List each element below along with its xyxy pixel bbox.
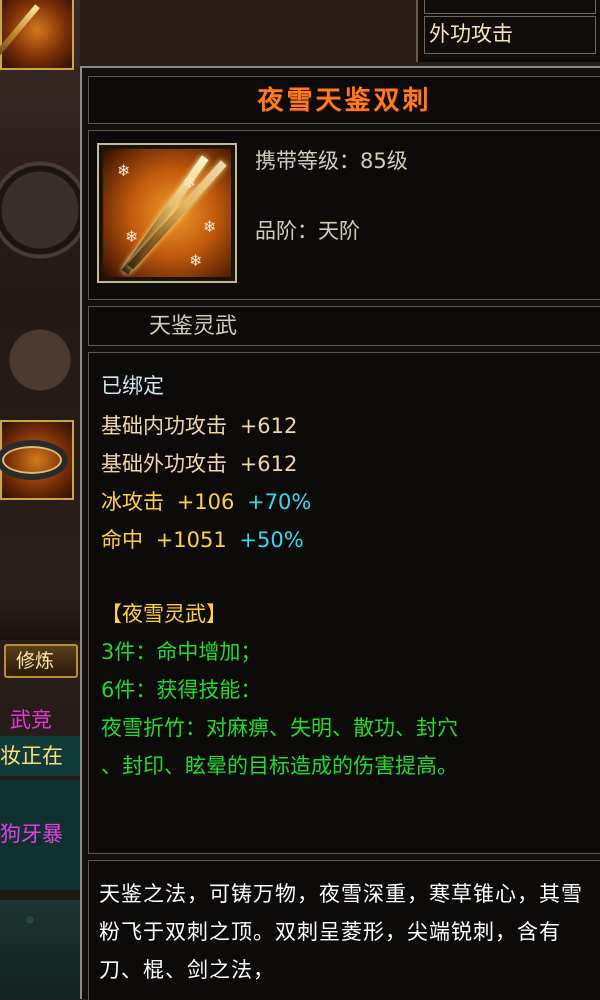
stat-label: 基础内功攻击	[101, 414, 227, 438]
stat-label: 命中	[101, 528, 143, 552]
item-grade: 品阶：天阶	[255, 219, 360, 243]
item-info-panel: ❄ ❄ ❄ ❄ ❄ 携带等级：85级 品阶：天阶	[88, 130, 600, 300]
bracelet-icon	[0, 440, 68, 480]
background-ornament	[0, 900, 80, 999]
stat-percent: +50%	[239, 528, 304, 552]
equipment-slot-weapon[interactable]	[0, 0, 74, 70]
item-description: 天鉴之法，可铸万物，夜雪深重，寒草锥心，其雪粉飞于双刺之顶。双刺呈菱形，尖端锐刺…	[99, 882, 583, 982]
bound-status: 已绑定	[101, 374, 164, 398]
attribute-cell-external-attack: 外功攻击	[424, 16, 596, 54]
attribute-cell-1	[424, 0, 596, 14]
item-tooltip: 夜雪天鉴双刺 ❄ ❄ ❄ ❄ ❄ 携带等级：85级 品阶：天阶 天鉴灵武 已绑定…	[80, 66, 600, 1000]
item-icon-frame: ❄ ❄ ❄ ❄ ❄	[97, 143, 237, 283]
set-effect: 3件：命中增加；	[101, 640, 262, 664]
set-effect: 、封印、眩晕的目标造成的伤害提高。	[101, 754, 458, 778]
cultivate-button[interactable]: 修炼	[4, 644, 78, 678]
stat-label: 冰攻击	[101, 490, 164, 514]
stat-value: +106	[176, 490, 235, 514]
stat-percent: +70%	[247, 490, 312, 514]
stat-value: +1051	[155, 528, 227, 552]
side-text-3: 狗牙暴	[0, 822, 63, 846]
description-panel: 天鉴之法，可铸万物，夜雪深重，寒草锥心，其雪粉飞于双刺之顶。双刺呈菱形，尖端锐刺…	[88, 860, 600, 1000]
weapon-icon	[0, 4, 40, 62]
item-name: 夜雪天鉴双刺	[257, 86, 432, 116]
set-name: 天鉴灵武	[149, 314, 238, 339]
attribute-panel: 外功攻击	[416, 0, 600, 62]
title-bar: 夜雪天鉴双刺	[88, 76, 600, 124]
stat-value: +612	[239, 452, 298, 476]
set-effect: 6件：获得技能：	[101, 678, 262, 702]
stat-row: 冰攻击 +106 +70%	[101, 487, 311, 517]
side-text-2: 妆正在	[0, 744, 63, 768]
twin-dagger-icon: ❄ ❄ ❄ ❄ ❄	[103, 149, 231, 277]
stat-row: 命中 +1051 +50%	[101, 525, 304, 555]
stat-row: 基础内功攻击 +612	[101, 411, 297, 441]
stats-panel: 已绑定 基础内功攻击 +612 基础外功攻击 +612 冰攻击 +106 +70…	[88, 352, 600, 854]
equipment-slot-bracelet[interactable]	[0, 420, 74, 500]
set-name-panel: 天鉴灵武	[88, 306, 600, 346]
stat-row: 基础外功攻击 +612	[101, 449, 297, 479]
side-text-1: 武竞	[10, 708, 52, 732]
background-panel: 修炼 武竞 妆正在 狗牙暴	[0, 0, 80, 999]
set-title: 【夜雪灵武】	[101, 602, 227, 626]
stat-label: 基础外功攻击	[101, 452, 227, 476]
carry-level: 携带等级：85级	[255, 149, 408, 173]
set-effect: 夜雪折竹：对麻痹、失明、散功、封穴	[101, 716, 458, 740]
stat-value: +612	[239, 414, 298, 438]
